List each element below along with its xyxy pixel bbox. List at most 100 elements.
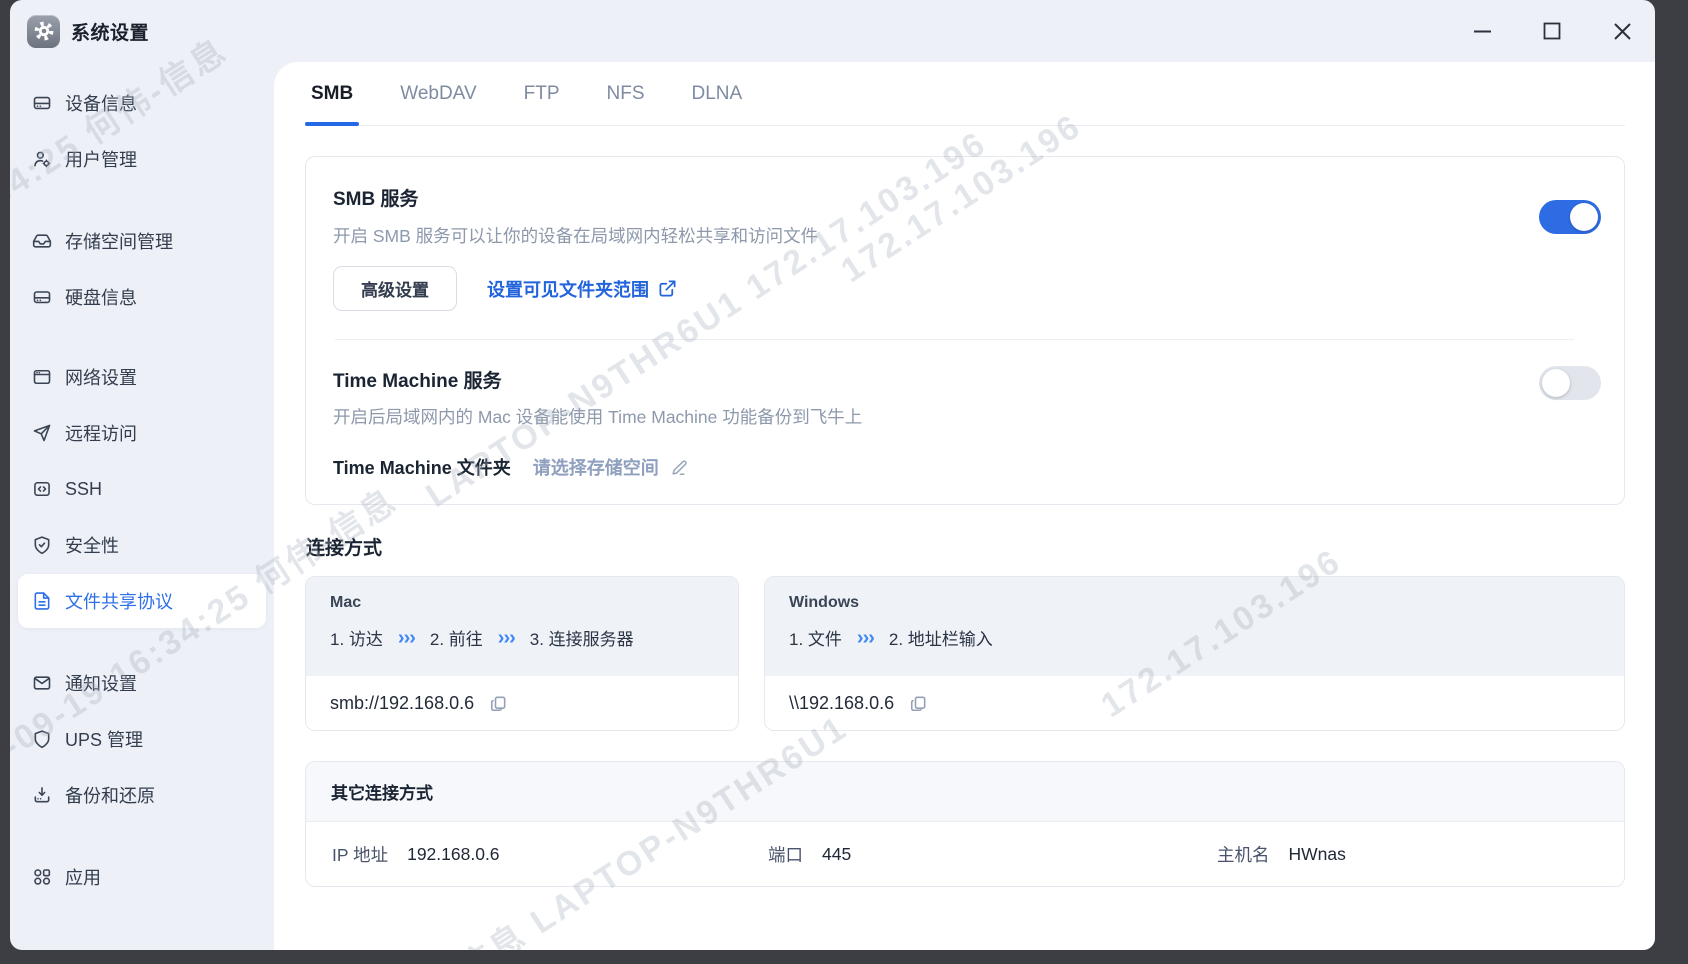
windows-connection-card: Windows 1. 文件 ››› 2. 地址栏输入 \\192.168.0.6: [764, 576, 1625, 731]
ip-address-field: IP 地址 192.168.0.6: [332, 842, 768, 867]
mac-connection-card: Mac 1. 访达 ››› 2. 前往 ››› 3. 连接服务器 smb://1…: [305, 576, 739, 731]
sidebar-item-device-info[interactable]: 设备信息: [18, 76, 266, 130]
main-panel: SMB WebDAV FTP NFS DLNA SMB 服务 开启 SMB 服务…: [274, 62, 1655, 950]
connection-cards-row: Mac 1. 访达 ››› 2. 前往 ››› 3. 连接服务器 smb://1…: [305, 576, 1625, 731]
paper-plane-icon: [32, 423, 52, 443]
windows-address: \\192.168.0.6: [789, 693, 895, 713]
smb-service-title: SMB 服务: [333, 189, 419, 210]
hostname-value: HWnas: [1288, 843, 1346, 864]
sidebar-item-label: 远程访问: [65, 424, 137, 444]
other-connection-body: IP 地址 192.168.0.6 端口 445 主机名 HWnas: [306, 822, 1624, 886]
app-gear-icon: [27, 14, 60, 48]
sidebar-item-label: 安全性: [65, 536, 119, 556]
sidebar-item-notification-settings[interactable]: 通知设置: [18, 656, 266, 710]
edit-pencil-icon: [670, 458, 689, 477]
sidebar-item-label: 应用: [65, 868, 101, 888]
minimize-button[interactable]: [1467, 16, 1497, 46]
sidebar-item-label: 通知设置: [65, 674, 137, 694]
mac-card-title: Mac: [330, 594, 362, 611]
device-info-icon: [32, 93, 52, 113]
sidebar: 设备信息 用户管理 存储空间管理 硬盘信息 网络设置 远程访问 SSH 安全性 …: [10, 62, 274, 950]
sidebar-item-label: UPS 管理: [65, 730, 144, 750]
sidebar-item-label: 备份和还原: [65, 786, 155, 806]
maximize-button[interactable]: [1537, 16, 1567, 46]
sidebar-item-ssh[interactable]: SSH: [18, 462, 266, 516]
sidebar-item-label: 设备信息: [65, 94, 137, 114]
ip-address-label: IP 地址: [332, 844, 389, 865]
smb-service-description: 开启 SMB 服务可以让你的设备在局域网内轻松共享和访问文件: [333, 226, 819, 246]
port-label: 端口: [768, 844, 803, 865]
sidebar-item-disk-info[interactable]: 硬盘信息: [18, 270, 266, 324]
folder-scope-link-label: 设置可见文件夹范围: [487, 279, 649, 300]
time-machine-folder-row: Time Machine 文件夹 请选择存储空间: [333, 454, 1596, 480]
toggle-knob: [1542, 369, 1570, 397]
other-connection-header: 其它连接方式: [306, 762, 1624, 822]
tab-smb[interactable]: SMB: [305, 83, 360, 126]
tab-dlna[interactable]: DLNA: [686, 83, 749, 125]
system-settings-window: 系统设置 设备信息 用户管理 存储空间管理 硬盘信息 网络设置 远程访问 SSH…: [10, 0, 1655, 950]
sidebar-item-ups-management[interactable]: UPS 管理: [18, 712, 266, 766]
select-storage-label: 请选择存储空间: [532, 458, 659, 478]
windows-step-1: 1. 文件: [789, 630, 842, 649]
file-document-icon: [32, 591, 52, 611]
tab-nfs[interactable]: NFS: [601, 83, 651, 125]
folder-scope-link[interactable]: 设置可见文件夹范围: [487, 276, 677, 302]
sidebar-item-label: 文件共享协议: [65, 592, 173, 612]
tab-ftp[interactable]: FTP: [518, 83, 566, 125]
other-connection-title: 其它连接方式: [331, 784, 433, 803]
smb-actions-row: 高级设置 设置可见文件夹范围: [333, 266, 1596, 311]
sidebar-item-storage-management[interactable]: 存储空间管理: [18, 214, 266, 268]
mac-step-3: 3. 连接服务器: [529, 630, 634, 649]
sidebar-item-label: 存储空间管理: [65, 232, 173, 252]
advanced-settings-button[interactable]: 高级设置: [333, 266, 457, 311]
time-machine-toggle[interactable]: [1539, 366, 1601, 400]
copy-icon[interactable]: [908, 694, 928, 714]
select-storage-link[interactable]: 请选择存储空间: [533, 454, 689, 480]
time-machine-title: Time Machine 服务: [333, 371, 502, 392]
sidebar-item-security[interactable]: 安全性: [18, 518, 266, 572]
sidebar-item-file-sharing[interactable]: 文件共享协议: [18, 574, 266, 628]
envelope-icon: [32, 673, 52, 693]
hard-drive-icon: [32, 287, 52, 307]
smb-service-card: SMB 服务 开启 SMB 服务可以让你的设备在局域网内轻松共享和访问文件 高级…: [305, 156, 1625, 505]
other-connection-card: 其它连接方式 IP 地址 192.168.0.6 端口 445 主机名 HWna…: [305, 761, 1625, 887]
triple-chevron-icon: ›››: [397, 626, 416, 649]
browser-window-icon: [32, 367, 52, 387]
smb-service-toggle[interactable]: [1539, 200, 1601, 234]
storage-box-icon: [32, 231, 52, 251]
hostname-field: 主机名 HWnas: [1217, 842, 1346, 867]
sidebar-item-user-management[interactable]: 用户管理: [18, 132, 266, 186]
windows-card-body: \\192.168.0.6: [765, 676, 1624, 730]
sidebar-item-label: 网络设置: [65, 368, 137, 388]
download-tray-icon: [32, 785, 52, 805]
apps-grid-icon: [32, 867, 52, 887]
mac-step-2: 2. 前往: [429, 630, 483, 649]
hostname-label: 主机名: [1217, 844, 1270, 865]
mac-steps: 1. 访达 ››› 2. 前往 ››› 3. 连接服务器: [330, 625, 738, 650]
external-link-icon: [658, 279, 677, 298]
time-machine-description: 开启后局域网内的 Mac 设备能使用 Time Machine 功能备份到飞牛上: [333, 407, 863, 427]
copy-icon[interactable]: [488, 694, 508, 714]
protocol-tabs: SMB WebDAV FTP NFS DLNA: [305, 62, 1625, 126]
sidebar-item-network-settings[interactable]: 网络设置: [18, 350, 266, 404]
close-button[interactable]: [1607, 16, 1637, 46]
port-field: 端口 445: [768, 842, 1217, 867]
sidebar-item-remote-access[interactable]: 远程访问: [18, 406, 266, 460]
shield-check-icon: [32, 535, 52, 555]
desktop-background: { "window": { "title": "系统设置" }, "sideba…: [0, 0, 1688, 964]
triple-chevron-icon: ›››: [497, 626, 516, 649]
code-terminal-icon: [32, 479, 52, 499]
mac-address: smb://192.168.0.6: [330, 693, 475, 713]
mac-card-body: smb://192.168.0.6: [306, 676, 738, 730]
windows-card-header: Windows 1. 文件 ››› 2. 地址栏输入: [765, 577, 1624, 676]
sidebar-item-backup-restore[interactable]: 备份和还原: [18, 768, 266, 822]
toggle-knob: [1570, 203, 1598, 231]
windows-step-2: 2. 地址栏输入: [888, 630, 993, 649]
card-divider: [335, 339, 1574, 340]
shield-icon: [32, 729, 52, 749]
windows-card-title: Windows: [789, 594, 860, 611]
connection-heading: 连接方式: [306, 538, 383, 559]
sidebar-item-apps[interactable]: 应用: [18, 850, 266, 904]
tab-webdav[interactable]: WebDAV: [394, 83, 482, 125]
window-controls: [1467, 0, 1655, 62]
